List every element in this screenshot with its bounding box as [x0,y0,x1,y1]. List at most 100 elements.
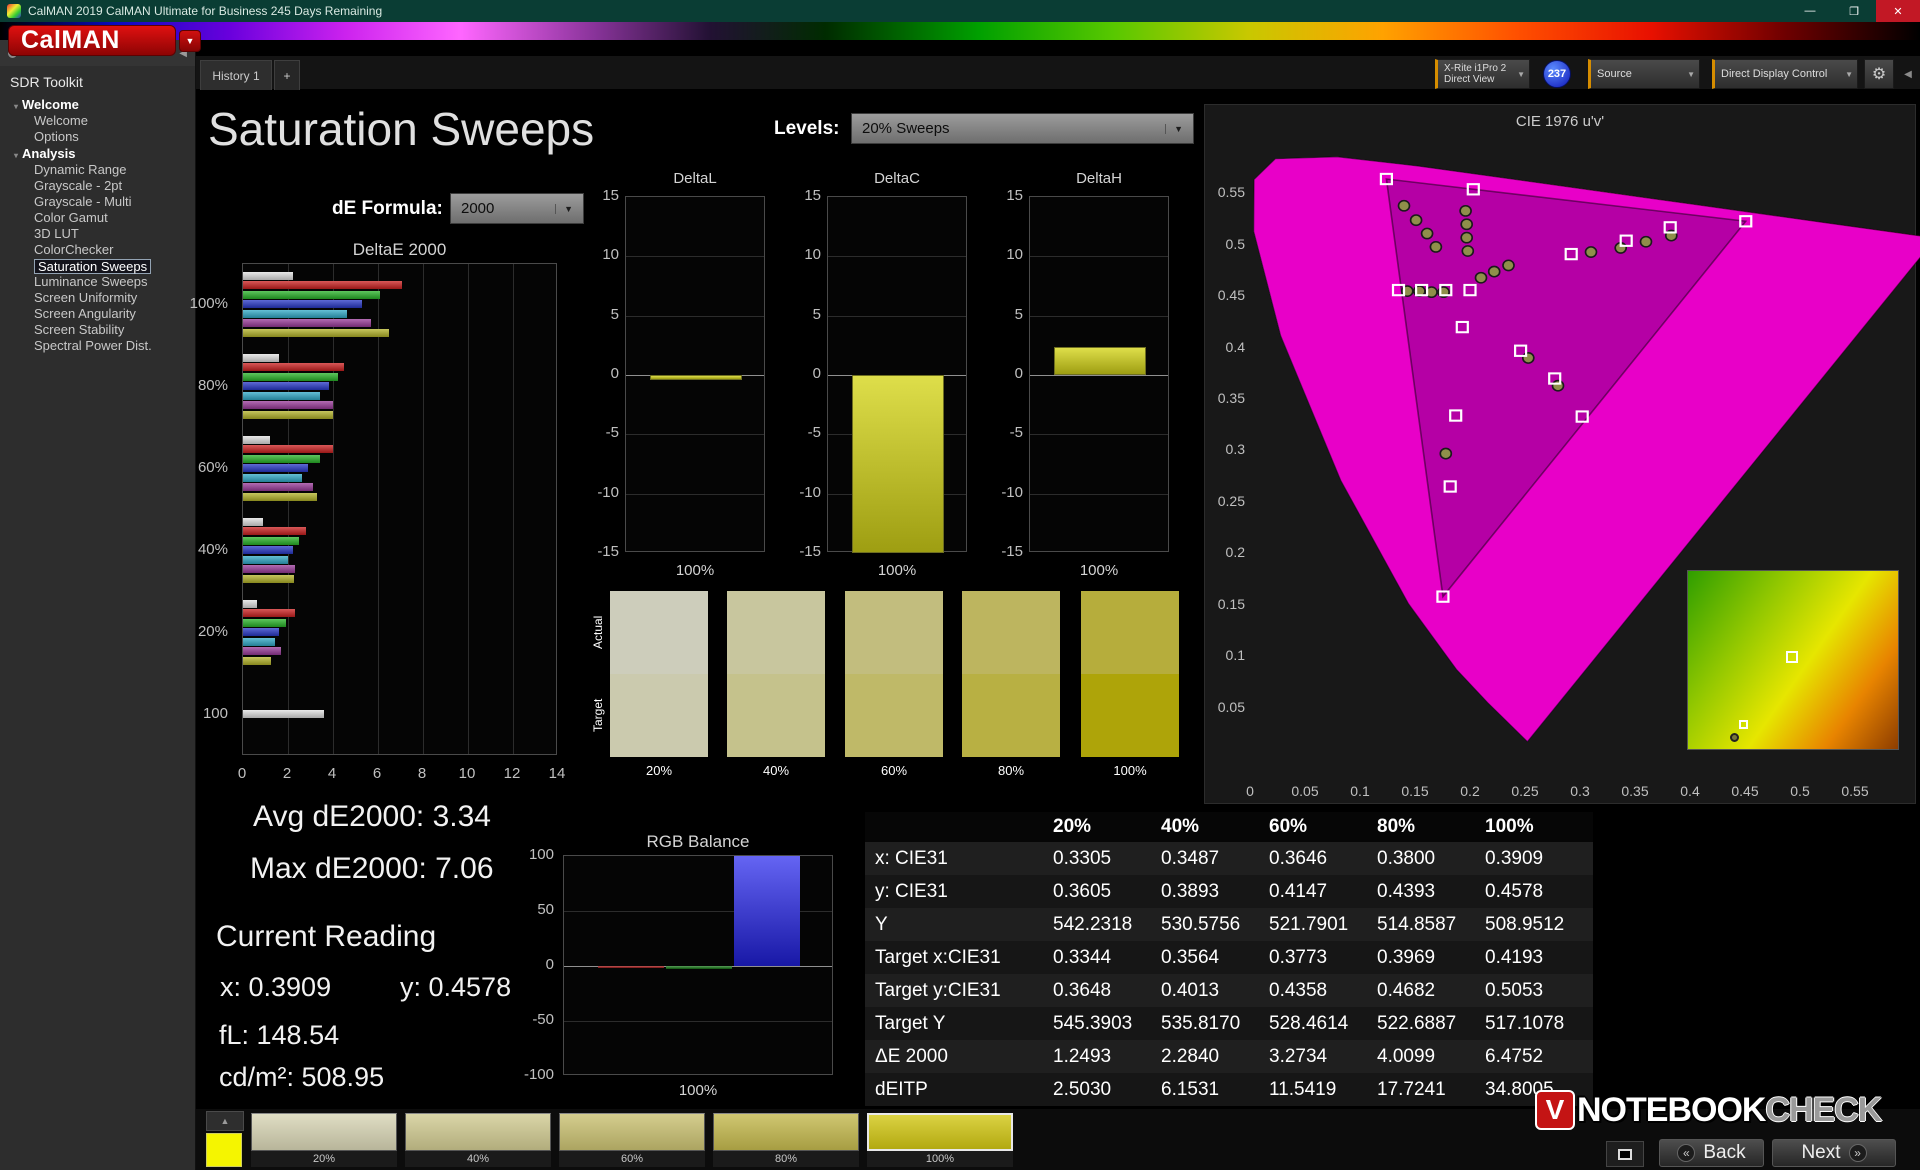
measured-point [1502,259,1515,272]
table-row-x-cie31: x: CIE31 0.3305 0.3487 0.3646 0.3800 0.3909 [865,842,1593,875]
cell-value: 0.3564 [1161,946,1220,968]
current-fl: fL: 148.54 [219,1020,340,1050]
display-control-dropdown[interactable]: Direct Display Control ▼ [1712,59,1858,89]
minimize-button[interactable]: — [1788,0,1832,22]
y-tick-label: -15 [597,543,619,560]
sidebar-item-dynamic-range[interactable]: Dynamic Range [0,162,195,178]
x-tick-label: 14 [548,765,566,782]
y-tick-label: 15 [1006,187,1023,204]
sidebar-item-grayscale-2pt[interactable]: Grayscale - 2pt [0,178,195,194]
sidebar-item-luminance-sweeps[interactable]: Luminance Sweeps [0,274,195,290]
x-tick-label: 0.15 [1401,783,1429,799]
measured-point [1474,271,1488,284]
swatch-label: 80% [997,763,1025,778]
sidebar-item-screen-uniformity[interactable]: Screen Uniformity [0,290,195,306]
deltae-plot [242,263,557,755]
gridline [1030,375,1168,376]
sidebar-section-analysis[interactable]: ▾ Analysis [0,145,195,162]
new-tab-button[interactable]: + [274,60,300,90]
cell-value: 3.2734 [1269,1045,1328,1067]
window-titlebar: CalMAN 2019 CalMAN Ultimate for Business… [0,0,1920,22]
inset-target-point [1785,651,1798,664]
y-tick-label: -15 [1001,543,1023,560]
source-dropdown[interactable]: Source ▼ [1588,59,1700,89]
cell-value: 545.3903 [1053,1012,1133,1034]
sidebar-item-label: Spectral Power Dist. [34,338,152,353]
sample-button-40[interactable]: 40% [405,1113,551,1167]
gridline [468,264,469,754]
sidebar-item-grayscale-multi[interactable]: Grayscale - Multi [0,194,195,210]
sample-button-20[interactable]: 20% [251,1113,397,1167]
tab-history-1[interactable]: History 1 [200,60,272,90]
y-tick-label: -5 [807,424,821,442]
sample-button-60[interactable]: 60% [559,1113,705,1167]
current-sample-swatch[interactable] [206,1133,242,1167]
x-tick-label: 0.45 [1731,783,1759,799]
actual-swatch [1081,591,1179,674]
swatch-label: 20% [645,763,673,778]
bar-red [243,363,345,372]
bar-yellow [243,410,334,419]
row-label: Target Y [875,1012,946,1034]
sidebar-item-label: Grayscale - Multi [34,194,132,209]
y-tick-label: 0 [1014,365,1023,382]
cell-value: 0.3893 [1161,880,1220,902]
maximize-button[interactable]: ❐ [1832,0,1876,22]
sidebar-section-welcome[interactable]: ▾ Welcome [0,96,195,113]
meter-dropdown[interactable]: X-Rite i1Pro 2 Direct View ▼ [1435,59,1530,89]
calman-logo[interactable]: CalMAN [8,25,176,56]
logo-dropdown-arrow-icon[interactable]: ▼ [179,30,201,52]
bar-green [243,454,320,463]
y-tick-label: 10 [1006,246,1023,264]
calman-logo-text: CalMAN [21,26,120,54]
x-tick-label: 0.2 [1460,783,1480,799]
bar-green [666,966,732,969]
sidebar-item-3d-lut[interactable]: 3D LUT [0,226,195,242]
close-button[interactable]: ✕ [1876,0,1920,22]
target-swatch [1081,674,1179,757]
cell-value: 4.0099 [1377,1045,1436,1067]
x-tick-label: 12 [503,765,521,782]
rgb-plot [563,855,833,1075]
swatch-label: 100% [1113,763,1147,778]
sidebar-item-screen-stability[interactable]: Screen Stability [0,322,195,338]
y-tick-label: 0.1 [1225,647,1245,664]
bar-white [243,435,270,444]
next-button[interactable]: Next » [1772,1139,1896,1167]
levels-dropdown[interactable]: 20% Sweeps ▼ [851,113,1194,144]
sample-button-100[interactable]: 100% [867,1113,1013,1167]
expand-up-button[interactable]: ▲ [206,1111,244,1131]
bar-green [243,372,338,381]
y-tick-label: 100 [202,705,228,722]
pattern-window-button[interactable] [1606,1141,1644,1167]
bar-red [243,445,333,454]
y-tick-label: 0 [545,956,554,973]
y-tick-label: 100% [189,295,228,312]
bar-blue [243,546,293,555]
sidebar-item-label: Screen Uniformity [34,290,138,305]
measurement-count-badge[interactable]: 237 [1543,60,1571,88]
sidebar-item-screen-angularity[interactable]: Screen Angularity [0,306,195,322]
sample-button-80[interactable]: 80% [713,1113,859,1167]
x-tick-label: 0 [1246,783,1254,799]
swatch-column-80: 80% [962,591,1060,778]
settings-gear-button[interactable]: ⚙ [1864,59,1894,89]
sidebar-item-color-gamut[interactable]: Color Gamut [0,210,195,226]
inset-measured-point [1729,733,1739,743]
de-formula-dropdown[interactable]: 2000 ▼ [450,193,584,224]
sidebar-item-options[interactable]: Options [0,129,195,145]
cell-value: 0.4393 [1377,880,1436,902]
panel-collapse-icon[interactable]: ◀ [1900,59,1916,89]
deltal-chart: DeltaL 100% 15 10 5 0 -5 -10 -15 [595,170,795,582]
sidebar-item-saturation-sweeps[interactable]: Saturation Sweeps [0,258,195,274]
sidebar-item-label: Saturation Sweeps [34,259,152,274]
y-tick-label: -10 [799,483,821,501]
sidebar-item-colorchecker[interactable]: ColorChecker [0,242,195,258]
bar-magenta [243,401,333,410]
back-button[interactable]: « Back [1659,1139,1764,1167]
swatch-row-labels: Actual Target [588,591,608,757]
chevron-down-icon: ▼ [1517,69,1525,79]
sidebar-item-spectral-power-dist[interactable]: Spectral Power Dist. [0,338,195,354]
swatch-column-100: 100% [1081,591,1179,778]
sidebar-item-welcome[interactable]: Welcome [0,113,195,129]
